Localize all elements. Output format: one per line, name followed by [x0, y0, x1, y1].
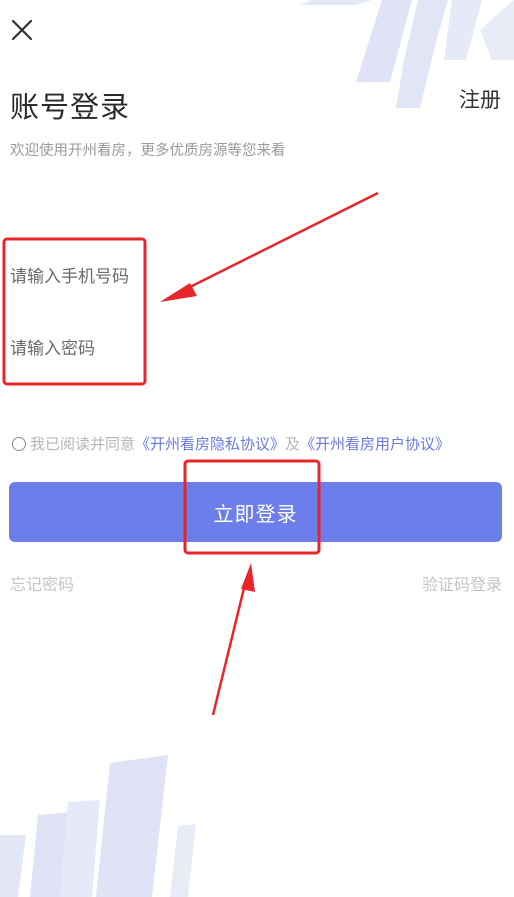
forgot-password-link[interactable]: 忘记密码 [10, 571, 74, 595]
page-subtitle: 欢迎使用开州看房，更多优质房源等您来看 [10, 143, 286, 159]
close-button[interactable] [8, 16, 36, 44]
phone-input[interactable] [10, 259, 310, 295]
agreement-conjunction: 及 [285, 435, 301, 453]
sms-login-link[interactable]: 验证码登录 [422, 571, 502, 595]
close-icon [11, 19, 33, 41]
user-agreement-link[interactable]: 《开州看房用户协议》 [300, 433, 450, 454]
agreement-row: 我已阅读并同意 《开州看房隐私协议》 及 《开州看房用户协议》 [12, 433, 450, 454]
privacy-policy-link[interactable]: 《开州看房隐私协议》 [135, 433, 285, 454]
annotation-arrow-login [211, 579, 248, 716]
login-button[interactable]: 立即登录 [9, 482, 502, 542]
annotation-arrowhead-login [241, 563, 255, 592]
agreement-radio[interactable] [12, 436, 26, 451]
agreement-prefix: 我已阅读并同意 [30, 435, 136, 453]
password-input[interactable] [10, 331, 310, 367]
page-title: 账号登录 [10, 90, 131, 124]
register-link[interactable]: 注册 [459, 84, 501, 114]
